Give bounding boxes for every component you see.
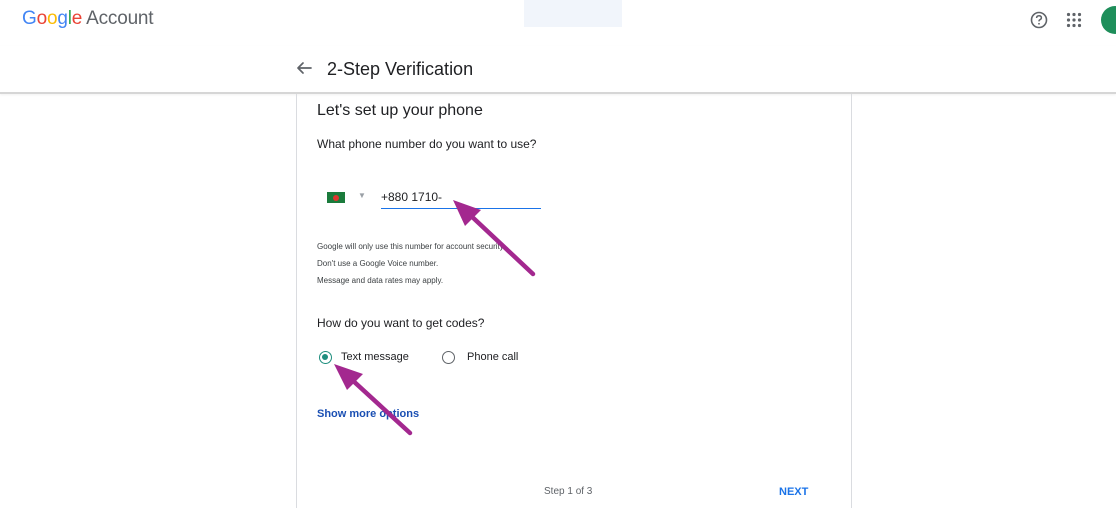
dropdown-caret-icon[interactable]: ▼ xyxy=(358,191,368,201)
note-line: Google will only use this number for acc… xyxy=(317,242,506,251)
apps-icon[interactable] xyxy=(1064,10,1084,30)
phone-number-input[interactable] xyxy=(381,188,541,206)
phone-question: What phone number do you want to use? xyxy=(317,137,537,151)
radio-phone-call[interactable] xyxy=(442,351,455,364)
note-line: Message and data rates may apply. xyxy=(317,276,444,285)
arrow-left-icon[interactable] xyxy=(294,58,314,78)
page-title: 2-Step Verification xyxy=(327,59,474,79)
text-message-label[interactable]: Text message xyxy=(341,351,409,363)
radio-text-message[interactable] xyxy=(319,351,332,364)
logo-letter-g2: g xyxy=(57,8,68,29)
blurred-region xyxy=(524,0,622,27)
next-button[interactable]: NEXT xyxy=(779,486,808,498)
page-header: 2-Step Verification xyxy=(0,46,1116,94)
top-app-bar: Google Account xyxy=(0,0,1116,40)
setup-card: Let's set up your phone What phone numbe… xyxy=(296,94,852,508)
logo-letter-g: G xyxy=(22,8,37,29)
logo-letter-e: e xyxy=(71,8,83,29)
avatar[interactable] xyxy=(1101,6,1116,34)
step-indicator: Step 1 of 3 xyxy=(544,486,593,497)
phone-number-field[interactable] xyxy=(381,188,541,209)
logo-letter-o: o xyxy=(36,8,48,29)
logo-letter-o2: o xyxy=(46,8,58,29)
help-icon[interactable] xyxy=(1029,10,1049,30)
bangladesh-flag-icon[interactable] xyxy=(327,192,345,203)
logo-suffix: Account xyxy=(86,8,154,29)
phone-call-label[interactable]: Phone call xyxy=(467,351,518,363)
codes-question: How do you want to get codes? xyxy=(317,316,485,330)
google-account-logo[interactable]: Google Account xyxy=(22,8,154,30)
phone-notes: Google will only use this number for acc… xyxy=(317,238,505,289)
card-heading: Let's set up your phone xyxy=(317,102,483,119)
note-line: Don't use a Google Voice number. xyxy=(317,259,439,268)
show-more-options-link[interactable]: Show more options xyxy=(317,408,419,420)
